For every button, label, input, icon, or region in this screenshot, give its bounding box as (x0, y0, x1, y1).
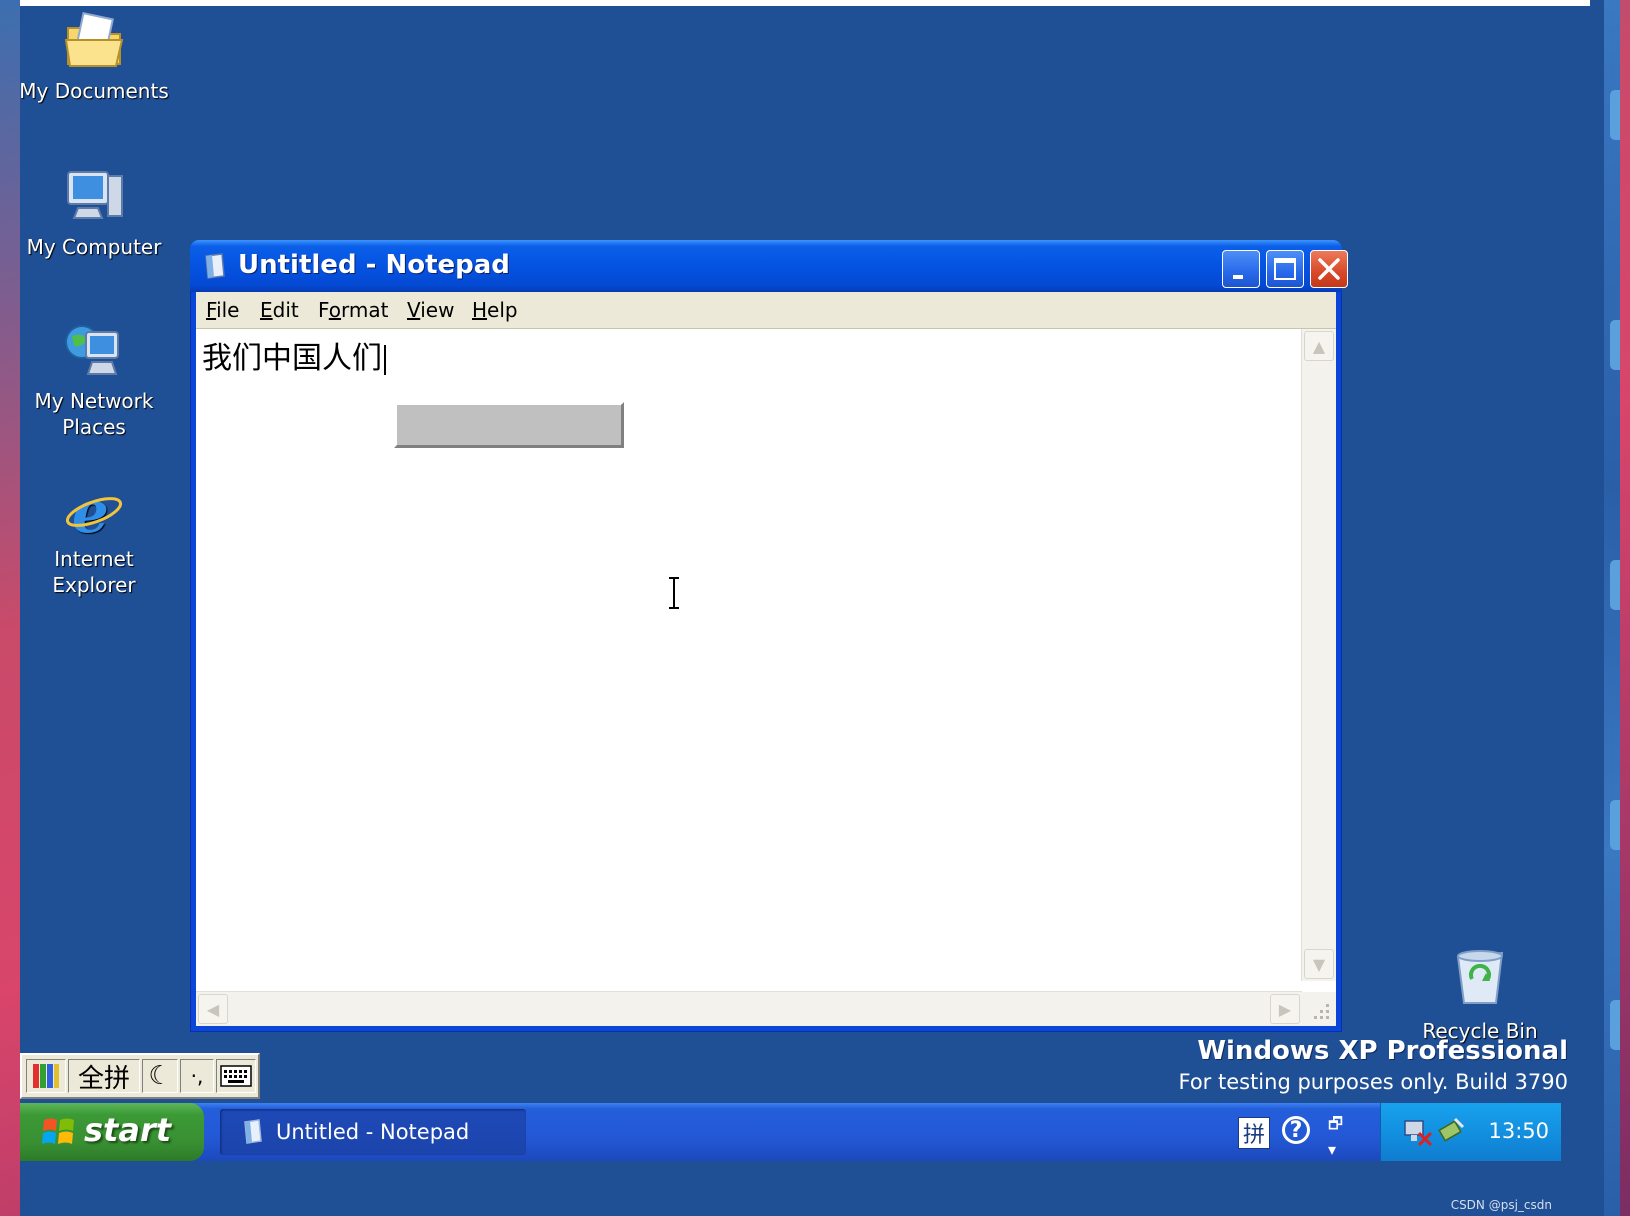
host-window-edge (1604, 0, 1620, 1216)
network-disconnected-icon[interactable] (1403, 1117, 1433, 1151)
system-tray: 13:50 (1380, 1103, 1561, 1161)
resize-grip[interactable] (1302, 992, 1336, 1026)
watermark-build: For testing purposes only. Build 3790 (1178, 1070, 1568, 1094)
maximize-icon (1274, 258, 1296, 280)
scroll-up-button[interactable]: ▲ (1304, 331, 1334, 361)
notepad-icon (202, 252, 228, 280)
menu-file[interactable]: File (206, 298, 239, 322)
ibeam-cursor-icon (667, 576, 681, 610)
desktop-icon-label: My Network Places (34, 389, 154, 439)
minimize-icon (1233, 275, 1243, 279)
ime-softkeyboard-button[interactable] (216, 1059, 256, 1093)
text-caret (384, 344, 386, 375)
chevron-up-icon: ▲ (1312, 336, 1326, 356)
top-strip (20, 0, 1590, 6)
watermark-edition: Windows XP Professional (1197, 1036, 1568, 1066)
desktop: My Documents My Computer My Network Plac… (20, 0, 1620, 1216)
ime-logo-icon (33, 1064, 59, 1088)
vertical-scrollbar[interactable]: ▲ ▼ (1301, 329, 1336, 981)
folder-icon (62, 10, 126, 74)
chevron-left-icon: ◀ (206, 999, 220, 1019)
title-bar[interactable]: Untitled - Notepad (190, 240, 1348, 292)
tray-restore-icon[interactable]: 🗗 ▾ (1328, 1113, 1343, 1159)
tray-help-button[interactable]: ? (1282, 1116, 1310, 1144)
close-icon (1318, 258, 1340, 280)
document-text[interactable]: 我们中国人们 (202, 333, 386, 377)
windows-logo-icon (42, 1116, 76, 1148)
menu-view[interactable]: View (407, 298, 454, 322)
keyboard-icon (220, 1065, 252, 1087)
ime-mode-button[interactable]: 全拼 (68, 1059, 140, 1094)
ime-language-bar: 全拼 ☾ ·, (20, 1053, 260, 1099)
maximize-button[interactable] (1266, 250, 1304, 288)
desktop-icon-my-computer[interactable]: My Computer (20, 166, 174, 260)
taskbar-item-label: Untitled - Notepad (276, 1120, 470, 1144)
punctuation-icon: ·, (190, 1064, 204, 1088)
taskbar: start Untitled - Notepad 拼 ? 🗗 ▾ 13:50 (20, 1103, 1561, 1161)
start-label: start (84, 1111, 172, 1149)
recycle-bin-icon (1448, 945, 1512, 1009)
credit-watermark: CSDN @psj_csdn (1450, 1198, 1552, 1212)
menu-edit[interactable]: Edit (260, 298, 299, 322)
ime-halfwidth-button[interactable]: ☾ (142, 1059, 178, 1093)
computer-icon (62, 166, 126, 230)
resize-grip-icon (1314, 1004, 1329, 1019)
moon-icon: ☾ (148, 1061, 172, 1091)
desktop-icon-label: My Computer (26, 235, 162, 259)
notepad-window: Untitled - Notepad File Edit Format View… (190, 240, 1348, 1032)
tray-ime-indicator[interactable]: 拼 (1238, 1117, 1270, 1149)
network-globe-icon (62, 320, 126, 384)
horizontal-scrollbar[interactable]: ◀ ▶ (196, 991, 1302, 1026)
desktop-icon-recycle-bin[interactable]: Recycle Bin (1400, 945, 1560, 1043)
ime-punctuation-button[interactable]: ·, (180, 1059, 214, 1093)
chevron-right-icon: ▶ (1278, 999, 1292, 1019)
desktop-icon-my-documents[interactable]: My Documents (20, 10, 174, 104)
menu-help[interactable]: Help (472, 298, 518, 322)
menu-format[interactable]: Format (318, 298, 389, 322)
start-button[interactable]: start (20, 1103, 204, 1161)
scroll-right-button[interactable]: ▶ (1270, 994, 1300, 1024)
desktop-icon-my-network-places[interactable]: My Network Places (20, 320, 174, 440)
desktop-icon-internet-explorer[interactable]: e Internet Explorer (20, 478, 174, 598)
desktop-icon-label: My Documents (20, 79, 169, 103)
desktop-icon-label: Internet Explorer (52, 547, 136, 597)
ime-composition-window (394, 402, 624, 448)
window-title: Untitled - Notepad (238, 250, 510, 280)
scroll-left-button[interactable]: ◀ (198, 994, 228, 1024)
clock[interactable]: 13:50 (1488, 1119, 1549, 1143)
taskbar-item-notepad[interactable]: Untitled - Notepad (220, 1109, 526, 1155)
safely-remove-hardware-icon[interactable] (1437, 1115, 1467, 1149)
ime-logo-button[interactable] (26, 1059, 66, 1093)
chevron-down-icon: ▼ (1312, 954, 1326, 974)
menu-bar: File Edit Format View Help (196, 292, 1336, 329)
text-editor-area[interactable]: 我们中国人们 ▲ ▼ ◀ ▶ (196, 329, 1336, 1026)
minimize-button[interactable] (1222, 250, 1260, 288)
notepad-icon (242, 1119, 264, 1145)
close-button[interactable] (1310, 250, 1348, 288)
scroll-down-button[interactable]: ▼ (1304, 949, 1334, 979)
internet-explorer-icon: e (62, 478, 126, 546)
